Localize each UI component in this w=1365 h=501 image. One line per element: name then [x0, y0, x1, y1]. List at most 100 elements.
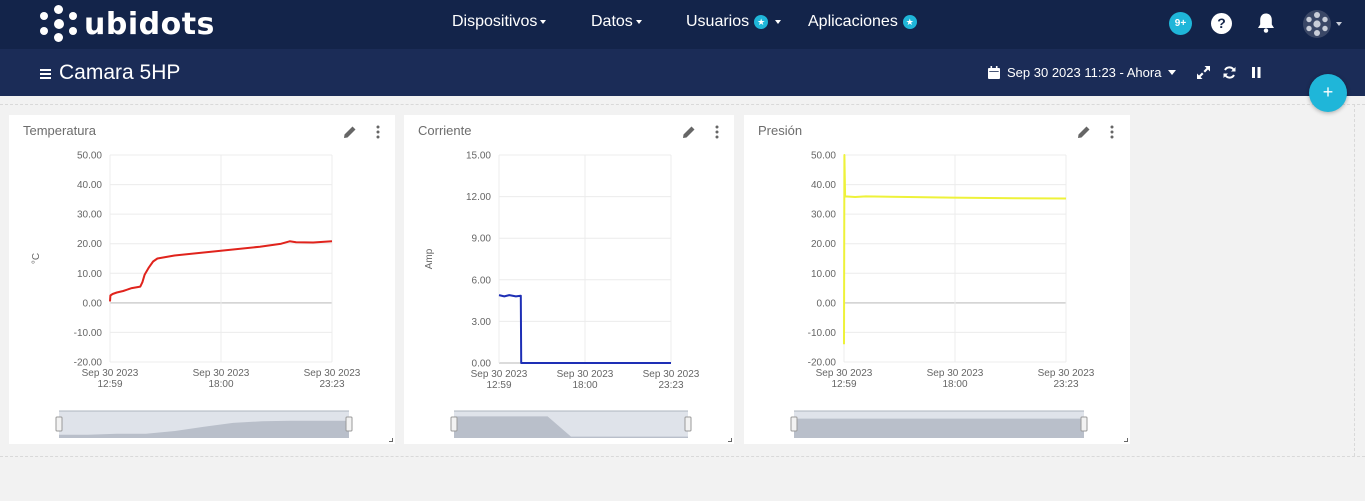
y-tick-label: 0.00 [817, 298, 837, 309]
x-tick-date: Sep 30 2023 [82, 368, 139, 379]
date-range-label: Sep 30 2023 11:23 - Ahora [1007, 65, 1162, 80]
x-tick-date: Sep 30 2023 [643, 369, 700, 380]
grid-guide [0, 104, 1365, 105]
brand-name: ubidots [84, 6, 215, 42]
widget-title: Temperatura [23, 123, 96, 138]
y-tick-label: 50.00 [811, 151, 836, 162]
help-icon[interactable]: ? [1211, 13, 1232, 34]
y-tick-label: 0.00 [83, 298, 103, 309]
grid-guide [0, 456, 1365, 457]
caret-down-icon [635, 20, 642, 24]
x-tick-date: Sep 30 2023 [816, 368, 873, 379]
nav-usuarios[interactable]: Usuarios ★ [686, 13, 782, 31]
y-tick-label: 30.00 [77, 210, 102, 221]
y-tick-label: 0.00 [472, 359, 492, 370]
caret-down-icon [775, 20, 782, 24]
caret-down-icon [1336, 22, 1342, 26]
nav-label: Datos [591, 13, 633, 30]
navigator-handle-left [55, 416, 63, 432]
resize-handle[interactable] [728, 438, 732, 442]
refresh-icon[interactable] [1223, 66, 1236, 79]
calendar-icon [988, 66, 1000, 79]
caret-down-icon [540, 20, 547, 24]
star-icon: ★ [902, 15, 917, 29]
y-tick-label: 12.00 [466, 192, 491, 203]
x-tick-time: 23:23 [1053, 379, 1078, 390]
dashboard-bar: Camara 5HP Sep 30 2023 11:23 - Ahora [0, 49, 1365, 96]
y-tick-label: 6.00 [472, 275, 492, 286]
caret-down-icon [1168, 70, 1177, 75]
y-tick-label: 40.00 [77, 180, 102, 191]
add-widget-button[interactable]: + [1309, 74, 1347, 112]
x-tick-date: Sep 30 2023 [557, 369, 614, 380]
navigator-handle-left [790, 416, 798, 432]
x-tick-time: 12:59 [831, 379, 856, 390]
more-vertical-icon[interactable] [1110, 125, 1114, 139]
widget-presion[interactable]: 50.00 40.00 30.00 20.00 10.00 0.00 -10.00 -20.0… [744, 115, 1130, 444]
more-vertical-icon[interactable] [715, 125, 719, 139]
pencil-icon[interactable] [343, 125, 357, 139]
nav-label: Aplicaciones [808, 13, 898, 30]
hamburger-menu-icon[interactable] [40, 69, 51, 79]
bell-icon[interactable] [1256, 12, 1276, 34]
navigator-handle-left [450, 416, 458, 432]
widget-title: Corriente [418, 123, 472, 138]
pause-icon[interactable] [1250, 66, 1263, 79]
pencil-icon[interactable] [1077, 125, 1091, 139]
y-tick-label: 20.00 [77, 239, 102, 250]
x-tick-time: 23:23 [319, 379, 344, 390]
y-tick-label: 10.00 [77, 269, 102, 280]
navigator-handle-right [345, 416, 353, 432]
corriente-chart: 15.0012.009.006.003.000.00Sep 30 202312:… [424, 151, 700, 438]
x-tick-time: 18:00 [208, 379, 233, 390]
nav-dispositivos[interactable]: Dispositivos [452, 13, 547, 31]
y-tick-label: 20.00 [811, 239, 836, 250]
notifications-count-badge[interactable]: 9+ [1169, 12, 1192, 35]
y-tick-label: 30.00 [811, 210, 836, 221]
x-tick-date: Sep 30 2023 [927, 368, 984, 379]
presion-chart: 50.00 40.00 30.00 20.00 10.00 0.00 -10.00 -20.0… [790, 151, 1095, 438]
navigator-handle-right [684, 416, 692, 432]
pencil-icon[interactable] [682, 125, 696, 139]
y-tick-label: 40.00 [811, 180, 836, 191]
nav-label: Dispositivos [452, 13, 538, 30]
y-tick-label: 9.00 [472, 234, 492, 245]
y-tick-label: 10.00 [811, 269, 836, 280]
y-axis-label: °C [31, 253, 42, 264]
x-tick-date: Sep 30 2023 [1038, 368, 1095, 379]
temperatura-chart: 50.00 40.00 30.00 20.00 10.00 0.00 -10.00 -20.0… [31, 151, 361, 438]
navigator-area [794, 418, 1084, 438]
resize-handle[interactable] [389, 438, 393, 442]
x-tick-time: 18:00 [572, 380, 597, 391]
y-tick-label: -20.00 [808, 358, 837, 369]
y-tick-label: 15.00 [466, 151, 491, 162]
x-tick-date: Sep 30 2023 [304, 368, 361, 379]
navigator-handle-right [1080, 416, 1088, 432]
widget-corriente[interactable]: 15.00 12.00 9.00 6.00 3.00 0.00 Sep 30 2023 12:… [404, 115, 734, 444]
user-avatar[interactable] [1303, 10, 1331, 38]
more-vertical-icon[interactable] [376, 125, 380, 139]
resize-handle[interactable] [1124, 438, 1128, 442]
y-tick-label: -10.00 [808, 328, 837, 339]
x-tick-date: Sep 30 2023 [471, 369, 528, 380]
star-icon: ★ [754, 15, 769, 29]
ubidots-logo[interactable]: ubidots [40, 4, 215, 44]
date-range-picker[interactable]: Sep 30 2023 11:23 - Ahora [988, 65, 1177, 80]
y-tick-label: -10.00 [74, 328, 103, 339]
y-axis-label: Amp [424, 248, 435, 269]
widget-title: Presión [758, 123, 803, 138]
x-tick-time: 18:00 [942, 379, 967, 390]
nav-datos[interactable]: Datos [591, 13, 642, 31]
widget-temperatura[interactable]: 50.00 40.00 30.00 20.00 10.00 0.00 -10.00 -20.0… [9, 115, 395, 444]
grid-guide [1354, 104, 1355, 456]
nav-aplicaciones[interactable]: Aplicaciones ★ [808, 13, 917, 31]
x-tick-time: 12:59 [97, 379, 122, 390]
nav-label: Usuarios [686, 13, 750, 30]
x-tick-time: 12:59 [486, 380, 511, 391]
x-tick-date: Sep 30 2023 [193, 368, 250, 379]
top-navbar: ubidots Dispositivos Datos Usuarios ★ Apl… [0, 0, 1365, 49]
x-tick-time: 23:23 [658, 380, 683, 391]
fullscreen-icon[interactable] [1197, 66, 1210, 79]
dashboard-title[interactable]: Camara 5HP [59, 61, 180, 85]
y-tick-label: -20.00 [74, 358, 103, 369]
